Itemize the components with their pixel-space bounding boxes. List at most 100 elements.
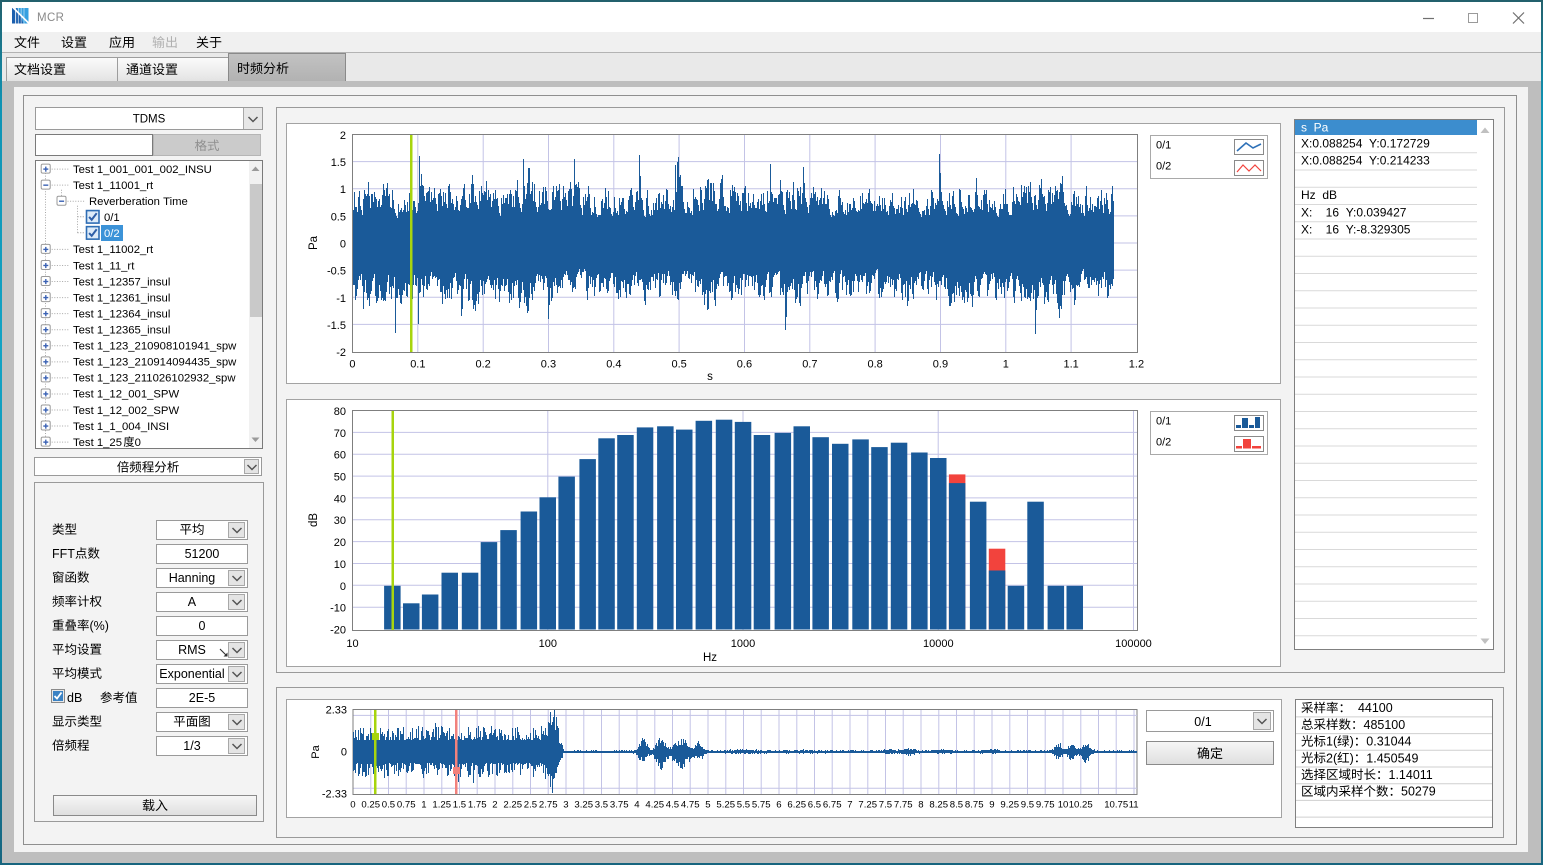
- svg-text:Test 1_12361_insul: Test 1_12361_insul: [73, 292, 170, 304]
- svg-text:0.9: 0.9: [933, 359, 948, 371]
- svg-text:1.14011: 1.14011: [1389, 768, 1433, 782]
- svg-text:10: 10: [346, 638, 358, 650]
- svg-text:2.33: 2.33: [326, 705, 347, 717]
- svg-text:0/1: 0/1: [104, 212, 120, 224]
- svg-text:1.1: 1.1: [1064, 359, 1079, 371]
- svg-text:2.5: 2.5: [524, 800, 537, 811]
- svg-text:30: 30: [334, 515, 346, 527]
- svg-text:0: 0: [340, 239, 346, 251]
- svg-text:9.5: 9.5: [1021, 800, 1034, 811]
- svg-text:Test 1_123_210908101941_spw: Test 1_123_210908101941_spw: [73, 341, 237, 353]
- svg-text:Reverberation Time: Reverberation Time: [89, 196, 188, 208]
- svg-text:4.5: 4.5: [666, 800, 679, 811]
- svg-text:9.75: 9.75: [1036, 800, 1055, 811]
- svg-text:44100: 44100: [1351, 701, 1393, 715]
- svg-text:X:0.088254 Y:0.214233: X:0.088254 Y:0.214233: [1301, 154, 1430, 168]
- svg-text:7.5: 7.5: [879, 800, 892, 811]
- svg-text:Test 1_123_211026102932_spw: Test 1_123_211026102932_spw: [73, 373, 236, 385]
- svg-text:10: 10: [334, 559, 346, 571]
- svg-text:7: 7: [847, 800, 852, 811]
- svg-text:-0.5: -0.5: [327, 266, 346, 278]
- svg-text:40: 40: [334, 493, 346, 505]
- svg-text:1.5: 1.5: [331, 157, 346, 169]
- svg-text:80: 80: [334, 406, 346, 418]
- svg-text:8.25: 8.25: [929, 800, 948, 811]
- svg-text:5.75: 5.75: [752, 800, 771, 811]
- svg-text:2(: 2(: [1326, 751, 1338, 765]
- svg-text:1.450549: 1.450549: [1366, 751, 1418, 765]
- svg-text:Pa: Pa: [310, 744, 322, 758]
- svg-text:1: 1: [1003, 359, 1009, 371]
- svg-text:0.1: 0.1: [410, 359, 425, 371]
- svg-text:-20: -20: [330, 625, 346, 637]
- svg-text:3.5: 3.5: [595, 800, 608, 811]
- svg-text:7.25: 7.25: [858, 800, 877, 811]
- svg-text:6.25: 6.25: [787, 800, 806, 811]
- svg-text:X: 16 Y:0.039427: X: 16 Y:0.039427: [1301, 205, 1407, 219]
- svg-text:1(: 1(: [1326, 735, 1338, 749]
- svg-text:6: 6: [776, 800, 781, 811]
- svg-text:-2.33: -2.33: [322, 789, 347, 801]
- svg-text:100: 100: [539, 638, 557, 650]
- svg-text:dB: dB: [308, 513, 320, 527]
- svg-text:4.25: 4.25: [645, 800, 664, 811]
- svg-text:6.5: 6.5: [808, 800, 821, 811]
- svg-text:9: 9: [989, 800, 994, 811]
- svg-text:s: s: [707, 371, 713, 383]
- svg-text:0.3: 0.3: [541, 359, 556, 371]
- svg-text:7.75: 7.75: [894, 800, 913, 811]
- svg-text:(%): (%): [90, 619, 109, 633]
- svg-text:-1: -1: [336, 293, 346, 305]
- svg-text:6.75: 6.75: [823, 800, 842, 811]
- svg-text:Test 1_12364_insul: Test 1_12364_insul: [73, 308, 170, 320]
- svg-text:3.75: 3.75: [610, 800, 629, 811]
- svg-text:Test 1_11_rt: Test 1_11_rt: [73, 260, 135, 272]
- svg-text:dB: dB: [67, 691, 82, 705]
- svg-text:0/2: 0/2: [104, 228, 120, 240]
- svg-text:11: 11: [1129, 800, 1139, 811]
- svg-text:Hanning: Hanning: [169, 571, 216, 585]
- svg-text:1: 1: [421, 800, 426, 811]
- svg-text:50: 50: [334, 472, 346, 484]
- svg-text:Test 1_001_001_002_INSU: Test 1_001_001_002_INSU: [73, 164, 212, 176]
- svg-text:0.5: 0.5: [331, 211, 346, 223]
- svg-text:MCR: MCR: [37, 12, 64, 24]
- svg-text:TDMS: TDMS: [133, 114, 166, 126]
- svg-text:3.25: 3.25: [574, 800, 593, 811]
- svg-text:Pa: Pa: [308, 235, 320, 250]
- svg-text:RMS: RMS: [178, 643, 206, 657]
- svg-text:): ): [1350, 751, 1354, 765]
- svg-text:0.25: 0.25: [361, 800, 380, 811]
- svg-text:Test 1_12365_insul: Test 1_12365_insul: [73, 325, 170, 337]
- svg-text:8.5: 8.5: [950, 800, 963, 811]
- svg-text:0.8: 0.8: [868, 359, 883, 371]
- svg-text:5.5: 5.5: [737, 800, 750, 811]
- svg-text:1.75: 1.75: [468, 800, 487, 811]
- svg-text:A: A: [188, 595, 197, 609]
- svg-text:2: 2: [340, 130, 346, 142]
- svg-text:50279: 50279: [1401, 785, 1436, 799]
- svg-text:0/1: 0/1: [1156, 140, 1171, 152]
- svg-text:0.75: 0.75: [397, 800, 416, 811]
- svg-text:9.25: 9.25: [1000, 800, 1019, 811]
- svg-text:0: 0: [340, 581, 346, 593]
- svg-text:FFT: FFT: [52, 547, 75, 561]
- svg-text:1.5: 1.5: [453, 800, 466, 811]
- svg-text:485100: 485100: [1364, 718, 1406, 732]
- svg-text:0/1: 0/1: [1156, 416, 1171, 428]
- svg-text:1: 1: [340, 184, 346, 196]
- svg-text:1.25: 1.25: [432, 800, 451, 811]
- svg-text:0.7: 0.7: [802, 359, 817, 371]
- svg-text:1000: 1000: [731, 638, 755, 650]
- svg-text:X: 16 Y:-8.329305: X: 16 Y:-8.329305: [1301, 223, 1411, 237]
- svg-text:s Pa: s Pa: [1301, 121, 1329, 135]
- svg-text:4: 4: [634, 800, 640, 811]
- svg-text:2: 2: [492, 800, 497, 811]
- svg-text:Exponential: Exponential: [159, 667, 224, 681]
- svg-text:-1.5: -1.5: [327, 320, 346, 332]
- svg-text:Hz dB: Hz dB: [1301, 188, 1337, 202]
- svg-text:1/3: 1/3: [183, 739, 200, 753]
- svg-text:10.75: 10.75: [1104, 800, 1128, 811]
- svg-text:0.2: 0.2: [476, 359, 491, 371]
- svg-text:0: 0: [349, 359, 355, 371]
